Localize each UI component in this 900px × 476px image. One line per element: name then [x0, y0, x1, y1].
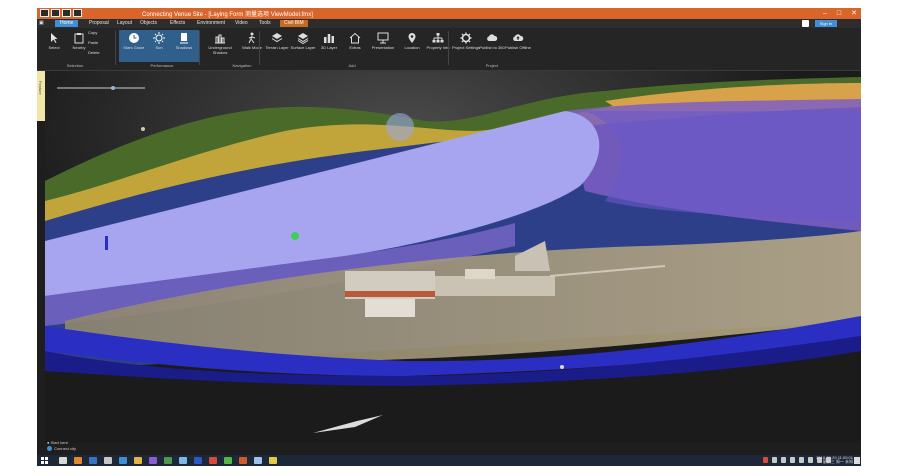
battery-icon[interactable] [808, 457, 813, 463]
board-icon [377, 32, 389, 44]
paste-button[interactable]: Paste [88, 40, 112, 50]
windows-taskbar: 2018-08-29 11:00:01 星期三 周一 未知 [37, 455, 861, 466]
chat-icon[interactable] [224, 457, 232, 464]
notification-icon[interactable] [854, 457, 860, 464]
building-icon [215, 34, 225, 44]
window-title: Connecting Venue Site - [Laying Form 测量选… [142, 12, 313, 18]
start-button[interactable] [41, 457, 49, 464]
ribbon-separator [259, 31, 260, 65]
visual-studio-icon[interactable] [149, 457, 157, 464]
task-view-icon[interactable] [59, 457, 67, 464]
cloud-tray-icon[interactable] [781, 457, 786, 463]
tab-environment[interactable]: Environment [197, 20, 225, 27]
scene-render [45, 71, 861, 443]
delete-button[interactable]: Delete [88, 50, 112, 60]
group-label-selection: Selection [66, 63, 84, 68]
tab-civil-bim[interactable]: Civil BIM [280, 20, 308, 27]
tab-home[interactable]: Home [55, 20, 79, 27]
group-label-performance: Performance [150, 63, 174, 68]
shadows-button[interactable]: Shadows [169, 30, 199, 62]
status-line-connect: Connect city [47, 446, 76, 452]
status-dot-icon [47, 446, 52, 452]
close-button[interactable]: ✕ [851, 8, 857, 19]
side-panel-label: Feature [38, 81, 43, 95]
tab-layout[interactable]: Layout [117, 20, 132, 27]
tree-icon [432, 33, 444, 43]
sun-icon [153, 32, 165, 44]
clipboard-icon [74, 33, 84, 44]
surface-icon [297, 33, 309, 44]
menu-tabs: ▣ Home Proposal Layout Objects Effects E… [37, 19, 861, 28]
minimize-button[interactable]: – [823, 8, 827, 19]
undo-icon[interactable] [62, 9, 71, 17]
save-icon[interactable] [51, 9, 60, 17]
delete-icon: Delete [88, 50, 100, 55]
title-bar: Connecting Venue Site - [Laying Form 测量选… [37, 8, 861, 19]
redo-icon[interactable] [73, 9, 82, 17]
quick-access-toolbar[interactable] [40, 9, 82, 17]
shadow-icon [180, 33, 188, 44]
cursor-icon [51, 33, 58, 43]
ribbon-separator [199, 31, 200, 65]
terminal-icon[interactable] [164, 457, 172, 464]
side-panel-handle[interactable]: Feature [37, 71, 45, 121]
underground-shadow-button[interactable]: Underground Shadow [203, 30, 237, 62]
presentation-button[interactable]: Presentation [366, 30, 400, 62]
cloud-upload-icon [513, 34, 524, 41]
edge-icon[interactable] [119, 457, 127, 464]
ribbon-separator [448, 31, 449, 65]
gear-icon [460, 32, 472, 44]
app-menu-icon[interactable]: ▣ [39, 20, 47, 27]
clock-icon [129, 33, 139, 43]
group-label-project: Project [485, 63, 499, 68]
word-icon[interactable] [194, 457, 202, 464]
network-icon[interactable] [799, 457, 804, 463]
ie-icon[interactable] [89, 457, 97, 464]
layers-icon [271, 33, 283, 43]
sign-in-button[interactable]: Sign In [815, 20, 837, 27]
ribbon-separator [115, 31, 116, 65]
walk-icon [248, 32, 256, 44]
tab-tools[interactable]: Tools [259, 20, 271, 27]
clock-date: 星期三 周一 未知 [822, 459, 853, 464]
pin-icon [408, 33, 416, 43]
ribbon: Select Nearby Copy Paste Delete Selectio… [37, 28, 861, 71]
tab-proposal[interactable]: Proposal [89, 20, 109, 27]
tray-app-icon[interactable] [763, 457, 768, 463]
viewport-status: ● Start here Connect city [47, 440, 76, 452]
folder-icon[interactable] [134, 457, 142, 464]
taskbar-pinned-apps [59, 457, 277, 464]
app-logo-icon [40, 9, 49, 17]
active-app-icon[interactable] [254, 457, 262, 464]
publish-offline-button[interactable]: Publish Offline [503, 30, 533, 62]
3d-viewport[interactable] [45, 71, 861, 443]
copy-icon: Copy [88, 30, 98, 35]
house-icon [349, 32, 361, 44]
paste-icon: Paste [88, 40, 99, 45]
infraworks-icon[interactable] [239, 457, 247, 464]
tab-video[interactable]: Video [235, 20, 248, 27]
app-window: Connecting Venue Site - [Laying Form 测量选… [37, 8, 861, 466]
browser-icon[interactable] [74, 457, 82, 464]
user-icon[interactable] [802, 20, 809, 27]
photos-icon[interactable] [179, 457, 187, 464]
security-icon[interactable] [790, 457, 795, 463]
taskbar-clock[interactable]: 2018-08-29 11:00:01 星期三 周一 未知 [816, 456, 853, 464]
tab-effects[interactable]: Effects [170, 20, 185, 27]
media-icon[interactable] [209, 457, 217, 464]
chevron-up-icon[interactable] [772, 457, 777, 463]
cloud-icon [487, 34, 498, 41]
tab-objects[interactable]: Objects [140, 20, 157, 27]
notes-icon[interactable] [269, 457, 277, 464]
bars-icon [324, 34, 334, 43]
app-icon[interactable] [104, 457, 112, 464]
copy-button[interactable]: Copy [88, 30, 112, 40]
maximize-button[interactable]: □ [837, 8, 841, 19]
group-label-add: Add [348, 63, 356, 68]
